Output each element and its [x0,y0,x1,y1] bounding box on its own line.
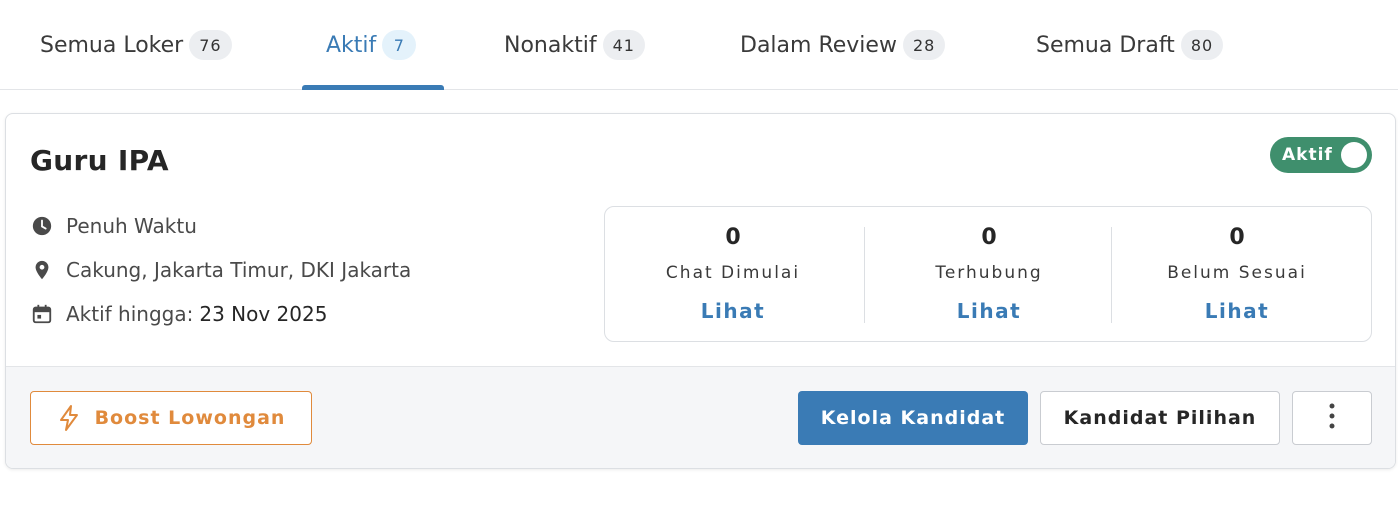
job-card: Guru IPA Aktif Penuh Waktu Cakung, Jakar… [5,113,1396,469]
stat-label: Belum Sesuai [1167,263,1307,283]
tab-count-badge: 80 [1180,30,1224,60]
calendar-icon [30,302,54,326]
tab-count-badge: 28 [902,30,946,60]
stat-label: Chat Dimulai [665,263,801,283]
tab-nonaktif[interactable]: Nonaktif 41 [504,0,645,90]
stat-value: 0 [725,225,741,250]
tab-semua-loker[interactable]: Semua Loker 76 [40,0,232,90]
status-toggle-label: Aktif [1282,145,1333,165]
manage-candidates-button[interactable]: Kelola Kandidat [798,391,1028,445]
employment-type: Penuh Waktu [66,214,197,238]
boost-button[interactable]: Boost Lowongan [30,391,312,445]
candidate-stats: 0 Chat Dimulai Lihat 0 Terhubung Lihat 0… [604,206,1372,342]
stat-view-link[interactable]: Lihat [861,299,1117,323]
tab-label: Nonaktif [504,32,597,58]
stat-label: Terhubung [935,263,1043,283]
toggle-knob [1341,142,1367,168]
tab-count-badge: 41 [602,30,645,60]
stat-value: 0 [1229,225,1245,250]
stat-chat-dimulai: 0 Chat Dimulai Lihat [605,207,861,343]
tab-aktif[interactable]: Aktif 7 [326,0,417,90]
active-until-date: 23 Nov 2025 [199,302,328,326]
job-status-tabs: Semua Loker 76 Aktif 7 Nonaktif 41 Dalam… [0,0,1398,90]
tab-count-badge: 7 [382,30,417,60]
stat-belum-sesuai: 0 Belum Sesuai Lihat [1109,207,1365,343]
stat-terhubung: 0 Terhubung Lihat [861,207,1117,343]
clock-icon [30,214,54,238]
shortlisted-candidates-button[interactable]: Kandidat Pilihan [1040,391,1280,445]
job-title[interactable]: Guru IPA [30,144,169,177]
tab-label: Semua Draft [1036,32,1175,58]
status-toggle[interactable]: Aktif [1270,137,1372,173]
tab-semua-draft[interactable]: Semua Draft 80 [1036,0,1224,90]
active-until-row: Aktif hingga: 23 Nov 2025 [30,302,327,326]
active-until-label: Aktif hingga: [66,302,194,326]
tab-count-badge: 76 [189,30,232,60]
tab-label: Dalam Review [740,32,897,58]
employment-type-row: Penuh Waktu [30,214,197,238]
stat-view-link[interactable]: Lihat [605,299,861,323]
tab-dalam-review[interactable]: Dalam Review 28 [740,0,946,90]
location-row: Cakung, Jakarta Timur, DKI Jakarta [30,258,411,282]
stat-view-link[interactable]: Lihat [1109,299,1365,323]
tab-label: Aktif [326,32,377,58]
boost-button-label: Boost Lowongan [94,407,286,429]
stat-value: 0 [981,225,997,250]
more-options-button[interactable] [1292,391,1372,445]
lightning-icon [57,404,81,432]
location: Cakung, Jakarta Timur, DKI Jakarta [66,258,412,282]
more-vertical-icon [1329,403,1335,434]
tab-label: Semua Loker [40,32,184,58]
active-tab-indicator [302,85,444,90]
location-pin-icon [30,258,54,282]
job-card-actions: Boost Lowongan Kelola Kandidat Kandidat … [6,366,1395,468]
